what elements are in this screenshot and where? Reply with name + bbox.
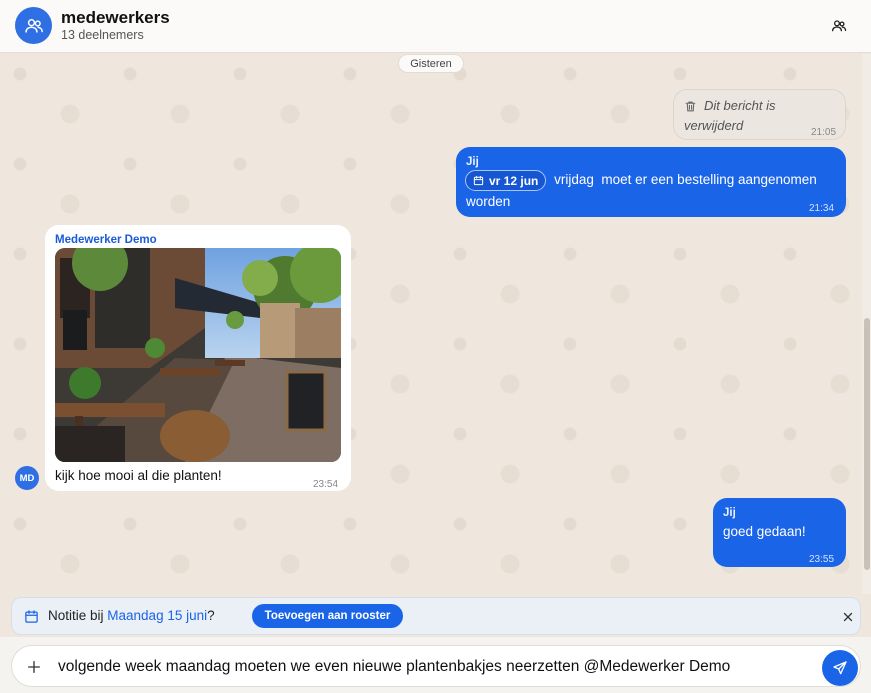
- deleted-message-text: Dit bericht is verwijderd: [684, 98, 776, 133]
- chat-title: medewerkers: [61, 8, 170, 27]
- suggestion-prefix: Notitie bij: [48, 608, 108, 623]
- calendar-icon: [473, 175, 484, 186]
- composer-field: [11, 645, 861, 687]
- date-chip[interactable]: vr 12 jun: [465, 170, 547, 191]
- schedule-suggestion-bar: Notitie bij Maandag 15 juni? Toevoegen a…: [11, 597, 861, 635]
- attach-button[interactable]: [24, 657, 44, 677]
- sender-name: Jij: [466, 156, 479, 168]
- suggestion-suffix: ?: [207, 608, 215, 623]
- sender-name: Jij: [723, 507, 736, 519]
- street-cafe-photo: [55, 248, 341, 462]
- send-icon: [833, 661, 847, 675]
- message-text: vrijdag moet er een bestelling aangenome…: [554, 172, 817, 188]
- suggestion-date: Maandag 15 juni: [107, 608, 208, 623]
- suggestion-text: Notitie bij Maandag 15 juni?: [48, 608, 215, 623]
- incoming-message: Medewerker Demo kijk hoe mooi al die pla…: [45, 225, 351, 491]
- message-photo[interactable]: [55, 248, 341, 462]
- scrollbar-thumb[interactable]: [864, 318, 870, 570]
- outgoing-message: Jij goed gedaan! 23:55: [713, 498, 846, 567]
- message-time: 23:54: [313, 479, 339, 490]
- message-time: 21:34: [809, 203, 835, 214]
- sender-avatar[interactable]: MD: [15, 466, 39, 490]
- send-button[interactable]: [822, 650, 858, 686]
- close-icon: [843, 612, 853, 622]
- sender-name: Medewerker Demo: [55, 234, 157, 246]
- message-text: kijk hoe mooi al die planten!: [55, 468, 222, 483]
- outgoing-message: Jij vr 12 jun vrijdag moet er een bestel…: [456, 147, 846, 217]
- chat-header: medewerkers 13 deelnemers: [0, 0, 871, 53]
- participant-count: 13 deelnemers: [61, 28, 144, 42]
- add-to-schedule-button[interactable]: Toevoegen aan rooster: [252, 604, 403, 628]
- participants-button[interactable]: [826, 13, 852, 39]
- message-time: 21:05: [811, 127, 837, 138]
- composer: [0, 637, 871, 693]
- message-text: goed gedaan!: [723, 524, 806, 539]
- message-time: 23:55: [809, 554, 835, 565]
- date-separator: Gisteren: [398, 54, 464, 73]
- participants-icon: [832, 20, 847, 32]
- group-avatar[interactable]: [15, 7, 52, 44]
- message-input[interactable]: [58, 656, 798, 678]
- dismiss-suggestion-button[interactable]: [838, 607, 858, 627]
- group-icon: [24, 18, 43, 33]
- deleted-message: Dit bericht is verwijderd 21:05: [673, 89, 846, 140]
- date-chip-label: vr 12 jun: [489, 173, 539, 188]
- plus-icon: [28, 661, 40, 673]
- message-text-line2: worden: [466, 194, 511, 209]
- calendar-icon: [25, 610, 38, 623]
